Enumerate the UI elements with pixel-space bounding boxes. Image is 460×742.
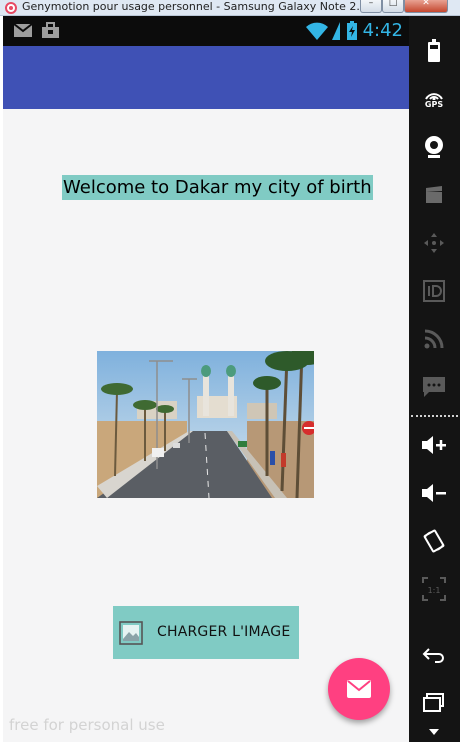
welcome-text: Welcome to Dakar my city of birth bbox=[62, 175, 373, 200]
battery-icon bbox=[347, 21, 357, 40]
bag-notification-icon bbox=[42, 22, 59, 38]
volume-down-icon bbox=[422, 484, 446, 502]
minimize-icon: – bbox=[368, 0, 374, 8]
sms-icon bbox=[423, 377, 445, 397]
svg-text:1:1: 1:1 bbox=[428, 586, 441, 595]
sim-icon bbox=[332, 22, 340, 40]
toolbar-divider bbox=[411, 415, 458, 417]
genymotion-watermark: free for personal use bbox=[9, 716, 165, 734]
mail-fab-button[interactable] bbox=[328, 658, 390, 720]
dakar-corniche-photo bbox=[97, 351, 314, 498]
recent-apps-button[interactable] bbox=[417, 686, 451, 720]
volume-up-button[interactable] bbox=[417, 428, 451, 462]
close-icon: ✕ bbox=[422, 0, 430, 8]
back-icon bbox=[422, 648, 444, 663]
window-titlebar: Genymotion pour usage personnel - Samsun… bbox=[0, 0, 460, 16]
sms-button[interactable] bbox=[417, 370, 451, 404]
gps-label: GPS bbox=[424, 99, 444, 109]
clock: 4:42 bbox=[362, 20, 403, 41]
webcam-button[interactable] bbox=[417, 130, 451, 164]
battery-tool-button[interactable] bbox=[417, 34, 451, 68]
phone-screen: 4:42 Welcome to Dakar my city of birth C… bbox=[3, 16, 409, 742]
id-icon bbox=[423, 280, 445, 302]
back-button[interactable] bbox=[417, 638, 451, 672]
charger-image-button[interactable]: CHARGER L'IMAGE bbox=[113, 606, 299, 659]
rss-icon bbox=[424, 329, 444, 349]
app-bar bbox=[3, 46, 409, 109]
video-capture-button[interactable] bbox=[417, 178, 451, 212]
maximize-button[interactable]: □ bbox=[382, 0, 404, 13]
pixel-perfect-button[interactable]: 1:1 bbox=[417, 572, 451, 606]
window-title: Genymotion pour usage personnel - Samsun… bbox=[22, 0, 362, 13]
battery-tool-icon bbox=[428, 39, 440, 62]
recent-apps-icon bbox=[423, 693, 444, 712]
pixel-perfect-icon: 1:1 bbox=[422, 577, 446, 601]
mail-icon bbox=[347, 680, 371, 698]
dpad-button[interactable] bbox=[417, 226, 451, 260]
image-icon bbox=[119, 621, 143, 645]
scroll-down-arrow-icon[interactable] bbox=[429, 729, 439, 735]
rotate-icon bbox=[423, 529, 445, 553]
minimize-button[interactable]: – bbox=[360, 0, 382, 13]
dpad-icon bbox=[424, 233, 444, 253]
wifi-icon bbox=[306, 22, 328, 40]
gmail-icon bbox=[13, 23, 33, 37]
video-clapper-icon bbox=[426, 186, 442, 203]
rotate-button[interactable] bbox=[417, 524, 451, 558]
charger-image-label: CHARGER L'IMAGE bbox=[157, 624, 291, 640]
close-button[interactable]: ✕ bbox=[404, 0, 448, 13]
status-bar: 4:42 bbox=[3, 16, 409, 46]
device-id-button[interactable] bbox=[417, 274, 451, 308]
gps-button[interactable]: GPS bbox=[417, 82, 451, 116]
genymotion-toolbar: GPS 1:1 bbox=[409, 16, 460, 742]
volume-down-button[interactable] bbox=[417, 476, 451, 510]
volume-up-icon bbox=[422, 436, 446, 454]
maximize-icon: □ bbox=[388, 0, 398, 8]
genymotion-logo-icon bbox=[5, 2, 17, 14]
rss-button[interactable] bbox=[417, 322, 451, 356]
webcam-icon bbox=[425, 136, 443, 158]
gps-icon bbox=[425, 92, 443, 100]
